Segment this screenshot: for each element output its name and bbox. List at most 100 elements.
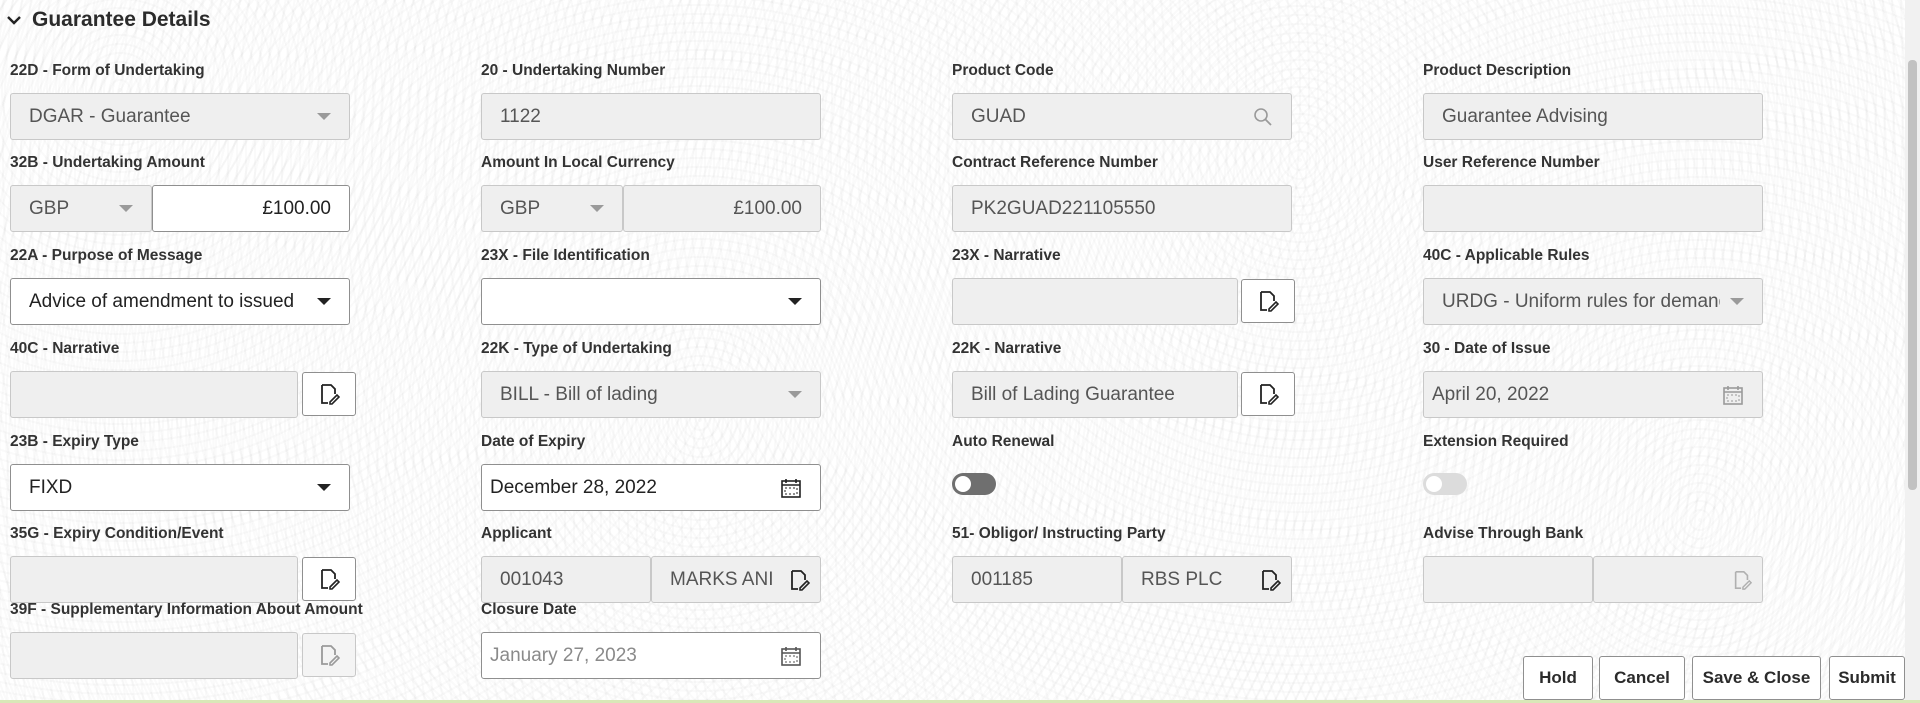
- expiry-type-label: 23B - Expiry Type: [10, 433, 139, 450]
- contract-reference-input[interactable]: PK2GUAD221105550: [952, 185, 1292, 232]
- type-of-undertaking-select[interactable]: BILL - Bill of lading: [481, 371, 821, 418]
- product-description-input[interactable]: Guarantee Advising: [1423, 93, 1763, 140]
- submit-button[interactable]: Submit: [1829, 656, 1905, 700]
- purpose-of-message-label: 22A - Purpose of Message: [10, 247, 203, 264]
- file-identification-select[interactable]: [481, 278, 821, 325]
- form-of-undertaking-value: DGAR - Guarantee: [29, 105, 191, 127]
- auto-renewal-toggle[interactable]: [952, 473, 996, 495]
- edit-document-icon[interactable]: [1259, 569, 1281, 591]
- expiry-type-select[interactable]: FIXD: [10, 464, 350, 511]
- narrative-22k-input[interactable]: Bill of Lading Guarantee: [952, 371, 1238, 418]
- date-of-issue-label: 30 - Date of Issue: [1423, 340, 1551, 357]
- applicant-id-value: 001043: [500, 568, 564, 590]
- local-amount-value: £100.00: [733, 197, 802, 219]
- product-code-input[interactable]: GUAD: [952, 93, 1292, 140]
- product-description-value: Guarantee Advising: [1442, 105, 1608, 127]
- expiry-condition-edit-button[interactable]: [302, 557, 356, 601]
- applicant-id-input[interactable]: 001043: [481, 556, 651, 603]
- amount-local-currency-label: Amount In Local Currency: [481, 154, 675, 171]
- narrative-40c-label: 40C - Narrative: [10, 340, 120, 357]
- edit-document-icon: [1260, 291, 1279, 312]
- dropdown-caret-icon: [788, 391, 802, 398]
- extension-required-toggle[interactable]: [1423, 473, 1467, 495]
- user-reference-label: User Reference Number: [1423, 154, 1600, 171]
- date-of-issue-input[interactable]: April 20, 2022: [1423, 371, 1763, 418]
- dropdown-caret-icon: [590, 205, 604, 212]
- narrative-23x-input[interactable]: [952, 278, 1238, 325]
- save-close-button[interactable]: Save & Close: [1692, 656, 1821, 700]
- extension-required-label: Extension Required: [1423, 433, 1569, 450]
- narrative-40c-edit-button[interactable]: [302, 372, 356, 416]
- type-of-undertaking-label: 22K - Type of Undertaking: [481, 340, 672, 357]
- advise-bank-id-input[interactable]: [1423, 556, 1593, 603]
- applicable-rules-value: URDG - Uniform rules for demand: [1442, 290, 1720, 312]
- calendar-icon[interactable]: [1722, 384, 1744, 406]
- edit-document-icon: [321, 384, 340, 405]
- local-currency-value: GBP: [500, 197, 541, 219]
- expiry-condition-label: 35G - Expiry Condition/Event: [10, 525, 224, 542]
- undertaking-amount-label: 32B - Undertaking Amount: [10, 154, 205, 171]
- user-reference-input[interactable]: [1423, 185, 1763, 232]
- calendar-icon[interactable]: [780, 645, 802, 667]
- search-icon[interactable]: [1253, 107, 1273, 127]
- purpose-of-message-value: Advice of amendment to issued: [29, 290, 295, 312]
- date-of-expiry-value: December 28, 2022: [490, 476, 657, 498]
- advise-bank-name-input[interactable]: [1593, 556, 1763, 603]
- narrative-22k-value: Bill of Lading Guarantee: [971, 383, 1175, 405]
- advise-through-bank-label: Advise Through Bank: [1423, 525, 1584, 542]
- undertaking-amount-input[interactable]: £100.00: [152, 185, 350, 232]
- edit-document-icon: [321, 645, 340, 666]
- vertical-scrollbar[interactable]: [1905, 0, 1920, 700]
- scrollbar-thumb[interactable]: [1908, 60, 1917, 490]
- undertaking-number-label: 20 - Undertaking Number: [481, 62, 666, 79]
- supplementary-info-input[interactable]: [10, 632, 298, 679]
- narrative-23x-label: 23X - Narrative: [952, 247, 1061, 264]
- undertaking-number-value: 1122: [500, 105, 541, 127]
- file-identification-label: 23X - File Identification: [481, 247, 650, 264]
- edit-document-icon[interactable]: [788, 569, 810, 591]
- edit-document-icon: [321, 569, 340, 590]
- section-title: Guarantee Details: [32, 8, 211, 31]
- contract-reference-label: Contract Reference Number: [952, 154, 1158, 171]
- applicant-name-input[interactable]: MARKS ANI: [651, 556, 821, 603]
- form-of-undertaking-select[interactable]: DGAR - Guarantee: [10, 93, 350, 140]
- auto-renewal-label: Auto Renewal: [952, 433, 1055, 450]
- product-code-value: GUAD: [971, 105, 1026, 127]
- local-amount-input[interactable]: £100.00: [623, 185, 821, 232]
- expiry-type-value: FIXD: [29, 476, 73, 498]
- purpose-of-message-select[interactable]: Advice of amendment to issued: [10, 278, 350, 325]
- expiry-condition-input[interactable]: [10, 556, 298, 603]
- applicable-rules-select[interactable]: URDG - Uniform rules for demand: [1423, 278, 1763, 325]
- applicant-name-value: MARKS ANI: [670, 568, 774, 590]
- narrative-23x-edit-button[interactable]: [1241, 279, 1295, 323]
- supplementary-info-label: 39F - Supplementary Information About Am…: [10, 601, 363, 618]
- contract-reference-value: PK2GUAD221105550: [971, 197, 1156, 219]
- date-of-expiry-label: Date of Expiry: [481, 433, 586, 450]
- obligor-name-input[interactable]: RBS PLC: [1122, 556, 1292, 603]
- chevron-down-icon[interactable]: [6, 12, 22, 28]
- calendar-icon[interactable]: [780, 477, 802, 499]
- narrative-40c-input[interactable]: [10, 371, 298, 418]
- obligor-id-input[interactable]: 001185: [952, 556, 1122, 603]
- dropdown-caret-icon: [317, 113, 331, 120]
- edit-document-icon: [1260, 384, 1279, 405]
- undertaking-currency-select[interactable]: GBP: [10, 185, 152, 232]
- undertaking-amount-value: £100.00: [262, 197, 331, 219]
- section-header[interactable]: Guarantee Details: [6, 6, 211, 34]
- supplementary-info-edit-button[interactable]: [302, 633, 356, 677]
- closure-date-input[interactable]: January 27, 2023: [481, 632, 821, 679]
- cancel-button[interactable]: Cancel: [1599, 656, 1685, 700]
- obligor-name-value: RBS PLC: [1141, 568, 1223, 590]
- date-of-expiry-input[interactable]: December 28, 2022: [481, 464, 821, 511]
- narrative-22k-label: 22K - Narrative: [952, 340, 1062, 357]
- undertaking-number-input[interactable]: 1122: [481, 93, 821, 140]
- edit-document-icon[interactable]: [1732, 570, 1752, 590]
- dropdown-caret-icon: [317, 298, 331, 305]
- closure-date-value: January 27, 2023: [490, 644, 637, 666]
- hold-button[interactable]: Hold: [1523, 656, 1593, 700]
- narrative-22k-edit-button[interactable]: [1241, 372, 1295, 416]
- dropdown-caret-icon: [788, 298, 802, 305]
- date-of-issue-value: April 20, 2022: [1432, 383, 1550, 405]
- obligor-label: 51- Obligor/ Instructing Party: [952, 525, 1166, 542]
- local-currency-select[interactable]: GBP: [481, 185, 623, 232]
